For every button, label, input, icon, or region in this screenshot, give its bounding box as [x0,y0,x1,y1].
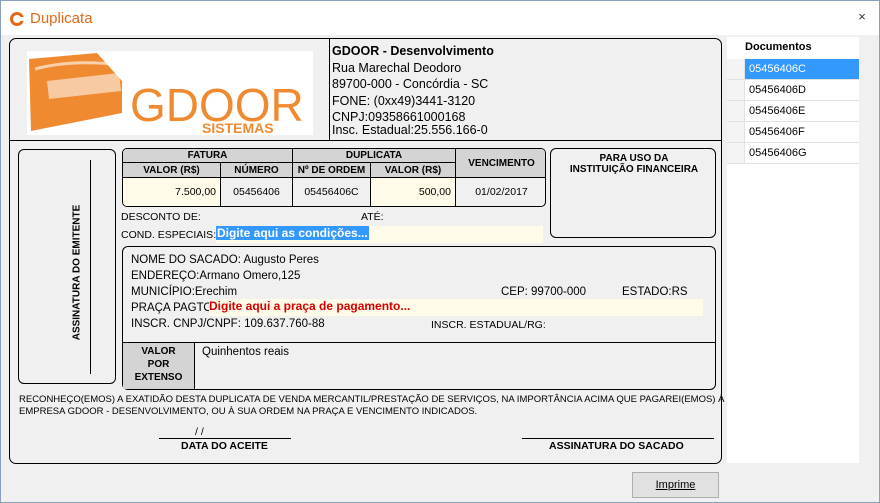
gdoor-logo: GDOOR SISTEMAS [27,51,313,135]
valor-extenso-divider [195,342,715,343]
declaracao-line-2: EMPRESA GDOOR - DESENVOLVIMENTO, OU À SU… [19,406,478,417]
assinatura-sacado-label: ASSINATURA DO SACADO [549,440,684,452]
fatura-group-header: FATURA [123,149,293,163]
company-phone: FONE: (0xx49)3441-3120 [332,94,476,108]
signature-line [90,160,91,374]
document-id: 05456406F [749,126,805,138]
cnpj-sacado: INSCR. CNPJ/CNPF: 109.637.760-88 [131,318,325,330]
data-aceite-label: DATA DO ACEITE [181,440,268,452]
instituicao-label: PARA USO DA INSTITUIÇÃO FINANCEIRA [551,153,717,175]
valor-extenso-label-line-2: POR [147,359,170,370]
cond-especiais-text: Digite aqui as condições... [216,226,369,240]
window-title: Duplicata [30,10,93,27]
ordem-value: 05456406C [293,178,371,206]
row-selector[interactable] [727,59,745,79]
document-row[interactable]: 05456406F [727,122,859,143]
fatura-table: FATURA DUPLICATA VENCIMENTO VALOR (R$) N… [122,148,546,207]
document-id: 05456406G [749,147,807,159]
assinatura-emitente-box: ASSINATURA DO EMITENTE [18,149,116,384]
valor-field[interactable]: 7.500,00 [123,178,221,206]
header-divider [10,140,721,141]
vencimento-value: 01/02/2017 [475,186,528,198]
document-id: 05456406E [749,105,806,117]
imprime-button[interactable]: Imprime [632,472,719,498]
estado: ESTADO:RS [622,286,688,298]
cond-especiais-label: COND. ESPECIAIS: [121,229,217,241]
company-street: Rua Marechal Deodoro [332,61,462,75]
row-selector[interactable] [727,101,745,121]
numero-value: 05456406 [221,178,293,206]
data-aceite-line [159,438,291,439]
praca-pagto-label: PRAÇA PAGTO: [131,302,216,314]
municipio: MUNICÍPIO:Erechim [131,286,238,298]
company-ie: Insc. Estadual:25.556.166-0 [332,123,488,137]
numero-header: NÚMERO [221,163,293,178]
valor-extenso-label-line-1: VALOR [141,346,176,357]
valor-dup-field[interactable]: 500,00 [371,178,456,206]
header-divider-vertical [329,39,330,140]
praca-pagto-field[interactable]: Digite aqui a praça de pagamento... [209,299,703,316]
duplicata-group-header: DUPLICATA [293,149,456,163]
vencimento-header: VENCIMENTO [456,149,545,178]
close-button[interactable]: × [851,7,873,27]
company-name: GDOOR - Desenvolvimento [332,44,494,58]
duplicata-window: Duplicata × GDOOR SISTEMAS GDOOR - Desen… [0,0,880,503]
instituicao-financeira-box: PARA USO DA INSTITUIÇÃO FINANCEIRA [550,148,716,238]
title-bar: Duplicata × [1,1,879,35]
document-row[interactable]: 05456406G [727,143,859,164]
company-city: 89700-000 - Concórdia - SC [332,77,489,91]
duplicata-form: GDOOR SISTEMAS GDOOR - Desenvolvimento R… [9,38,725,464]
valor-extenso-value: Quinhentos reais [202,346,289,358]
row-selector[interactable] [727,143,745,163]
app-icon [10,12,24,26]
company-cnpj: CNPJ:09358661000168 [332,110,466,124]
valor-header: VALOR (R$) [123,163,221,178]
instituicao-label-line-1: PARA USO DA [599,153,669,164]
instituicao-label-line-2: INSTITUIÇÃO FINANCEIRA [569,164,699,175]
documentos-list: Documentos 05456406C 05456406D 05456406E 05… [727,37,859,463]
cond-especiais-field[interactable]: Digite aqui as condições... [216,226,543,243]
sacado-box: NOME DO SACADO: Augusto Peres ENDEREÇO:A… [122,246,716,390]
row-selector[interactable] [727,122,745,142]
valor-extenso-label-line-3: EXTENSO [134,372,183,383]
document-id: 05456406C [749,63,806,75]
ie-sacado: INSCR. ESTADUAL/RG: [431,319,546,331]
declaracao-line-1: RECONHEÇO(EMOS) A EXATIDÃO DESTA DUPLICA… [19,394,725,405]
assinatura-sacado-line [522,438,714,439]
valor-extenso-label: VALOR POR EXTENSO [123,342,195,389]
logo-subtext: SISTEMAS [202,120,274,135]
valor-dup-header: VALOR (R$) [371,163,456,178]
document-id: 05456406D [749,84,806,96]
ate-label: ATÉ: [361,211,384,223]
endereco: ENDEREÇO:Armano Omero,125 [131,270,301,282]
praca-pagto-text: Digite aqui a praça de pagamento... [209,299,411,313]
ordem-header: Nº DE ORDEM [293,163,371,178]
cep: CEP: 99700-000 [501,286,587,298]
document-row[interactable]: 05456406E [727,101,859,122]
document-row[interactable]: 05456406C [727,59,859,80]
desconto-label: DESCONTO DE: [121,211,201,223]
data-aceite-slashes: / / [195,426,204,438]
assinatura-emitente-label: ASSINATURA DO EMITENTE [71,204,83,341]
nome-sacado: NOME DO SACADO: Augusto Peres [131,254,319,266]
row-selector[interactable] [727,80,745,100]
document-row[interactable]: 05456406D [727,80,859,101]
imprime-button-label: Imprime [655,479,696,491]
documentos-header: Documentos [745,41,812,53]
